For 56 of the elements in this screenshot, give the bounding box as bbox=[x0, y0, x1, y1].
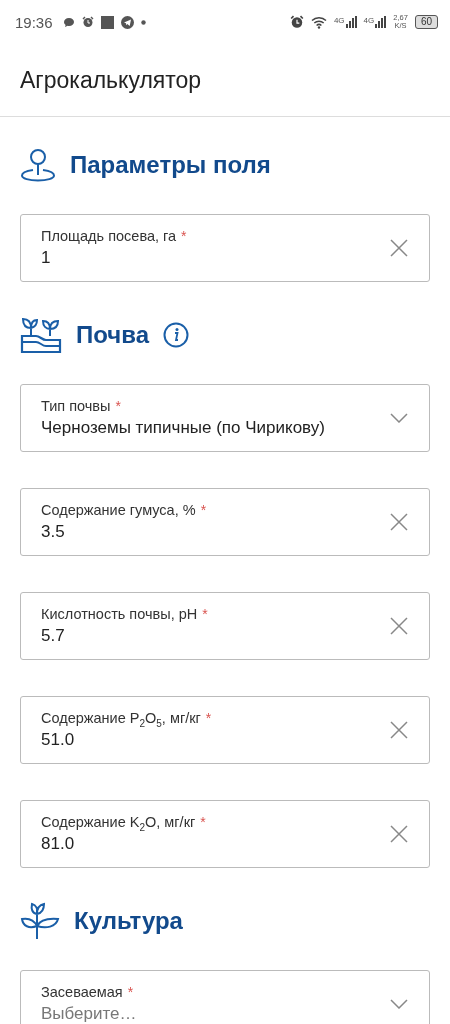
map-pin-icon bbox=[20, 148, 56, 182]
app-title: Агрокалькулятор bbox=[20, 66, 202, 94]
signal-icon bbox=[375, 16, 387, 28]
clear-icon[interactable] bbox=[390, 721, 408, 739]
alarm-icon bbox=[289, 15, 304, 29]
required-mark: * bbox=[200, 502, 207, 518]
clear-icon[interactable] bbox=[390, 513, 408, 531]
clear-icon[interactable] bbox=[390, 239, 408, 257]
required-mark: * bbox=[181, 228, 187, 244]
field-value: 81.0 bbox=[41, 834, 76, 854]
field-placeholder: Выберите… bbox=[41, 1004, 138, 1024]
field-label: Засеваемая bbox=[41, 984, 123, 1000]
network-label: 4G bbox=[333, 16, 345, 25]
chevron-down-icon[interactable] bbox=[390, 413, 408, 423]
chat-icon bbox=[62, 16, 75, 28]
field-label: Тип почвы bbox=[41, 398, 111, 414]
input-field[interactable]: Содержание K$_{2}$O, мг/кг * 81.0 bbox=[20, 800, 430, 868]
section-heading: Параметры поля bbox=[70, 151, 271, 179]
required-mark: * bbox=[115, 398, 121, 414]
section-heading: Почва bbox=[76, 321, 150, 349]
field-label: Содержание K$_{2}$O, мг/кг bbox=[41, 814, 196, 830]
required-mark: * bbox=[202, 606, 208, 622]
clear-icon[interactable] bbox=[390, 617, 408, 635]
info-icon[interactable] bbox=[163, 322, 190, 348]
field-label: Содержание P$_{2}$O$_{5}$, мг/кг bbox=[41, 710, 201, 726]
input-field[interactable]: Содержание P$_{2}$O$_{5}$, мг/кг * 51.0 bbox=[20, 696, 430, 764]
wifi-icon bbox=[310, 15, 327, 29]
status-time: 19:36 bbox=[15, 13, 53, 31]
section-heading: Культура bbox=[74, 907, 183, 935]
required-mark: * bbox=[200, 814, 206, 830]
alarm-icon bbox=[81, 16, 94, 28]
field-value: 3.5 bbox=[41, 522, 66, 542]
chevron-down-icon[interactable] bbox=[390, 999, 408, 1009]
telegram-icon bbox=[120, 15, 134, 29]
clear-icon[interactable] bbox=[390, 825, 408, 843]
select-field[interactable]: Тип почвы * Черноземы типичные (по Чирикову) bbox=[20, 384, 430, 452]
input-field[interactable]: Кислотность почвы, pH * 5.7 bbox=[20, 592, 430, 660]
field-label: Кислотность почвы, pH bbox=[41, 606, 198, 622]
network-label: 4G bbox=[363, 16, 375, 25]
field-label: Площадь посева, га bbox=[41, 228, 177, 244]
input-field[interactable]: Содержание гумуса, % * 3.5 bbox=[20, 488, 430, 556]
sprout-icon bbox=[20, 902, 60, 940]
square-icon bbox=[100, 15, 114, 29]
dot-icon bbox=[140, 19, 146, 25]
field-label: Содержание гумуса, % bbox=[41, 502, 196, 518]
input-field[interactable]: Площадь посева, га * 1 bbox=[20, 214, 430, 282]
field-value: 1 bbox=[41, 248, 52, 268]
required-mark: * bbox=[127, 984, 134, 1000]
signal-icon bbox=[345, 16, 357, 28]
select-field[interactable]: Засеваемая * Выберите… bbox=[20, 970, 430, 1024]
field-value: 51.0 bbox=[41, 730, 76, 750]
field-value: Черноземы типичные (по Чирикову) bbox=[41, 418, 326, 438]
required-mark: * bbox=[205, 710, 212, 726]
soil-sprout-icon bbox=[20, 316, 62, 354]
field-value: 5.7 bbox=[41, 626, 66, 646]
battery-indicator: 60 bbox=[414, 15, 438, 29]
